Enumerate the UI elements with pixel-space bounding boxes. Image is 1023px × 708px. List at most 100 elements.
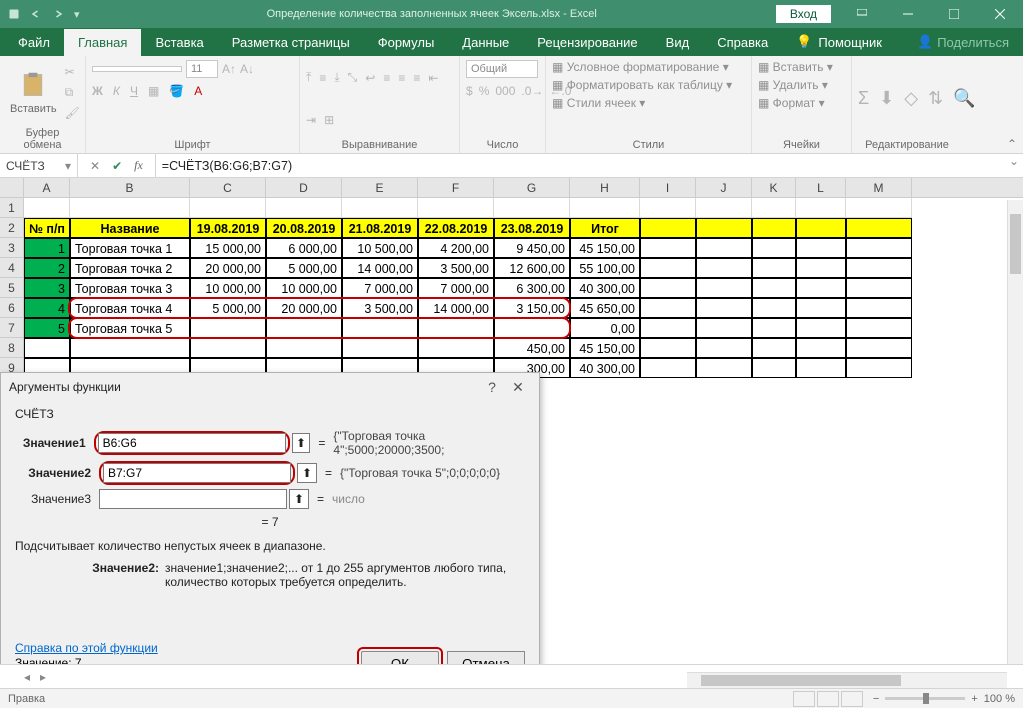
cell[interactable] [696,358,752,378]
col-header[interactable]: G [494,178,570,197]
cell[interactable] [846,338,912,358]
cell[interactable]: 1 [24,238,70,258]
vertical-scrollbar[interactable] [1007,200,1023,664]
cell[interactable] [752,258,796,278]
cell[interactable] [696,218,752,238]
underline-button[interactable]: Ч [130,84,138,98]
comma-icon[interactable]: 000 [495,84,515,98]
cell[interactable]: 9 450,00 [494,238,570,258]
cell[interactable] [796,338,846,358]
cell[interactable]: 0,00 [570,318,640,338]
cell[interactable]: 21.08.2019 [342,218,418,238]
col-header[interactable]: J [696,178,752,197]
find-icon[interactable]: 🔍 [953,88,975,109]
row-header[interactable]: 2 [0,218,24,238]
sheet-nav-prev-icon[interactable]: ◂ [24,670,30,684]
col-header[interactable]: M [846,178,912,197]
delete-cells-button[interactable]: ▦ Удалить ▾ [758,78,828,92]
bold-button[interactable]: Ж [92,84,103,98]
cell[interactable] [752,298,796,318]
cell[interactable] [70,198,190,218]
tab-insert[interactable]: Вставка [141,29,217,56]
tab-help[interactable]: Справка [703,29,782,56]
chevron-down-icon[interactable]: ▾ [65,159,71,173]
cell[interactable] [640,258,696,278]
cell[interactable]: 15 000,00 [190,238,266,258]
zoom-level[interactable]: 100 % [984,693,1015,705]
cell[interactable]: 3 500,00 [342,298,418,318]
border-icon[interactable]: ▦ [148,84,159,98]
wrap-text-icon[interactable]: ↩ [365,71,375,85]
cell[interactable] [696,298,752,318]
sort-filter-icon[interactable]: ⇅ [928,88,943,109]
cell[interactable]: Торговая точка 1 [70,238,190,258]
cell[interactable] [418,338,494,358]
name-box[interactable]: СЧЁТЗ▾ [0,154,78,177]
percent-icon[interactable]: % [479,84,490,98]
cell[interactable] [266,198,342,218]
indent-inc-icon[interactable]: ⇥ [306,113,316,127]
cell[interactable] [846,218,912,238]
col-header[interactable]: D [266,178,342,197]
cell[interactable] [342,338,418,358]
col-header[interactable]: F [418,178,494,197]
cell[interactable] [752,338,796,358]
cell[interactable] [696,338,752,358]
align-left-icon[interactable]: ≡ [383,71,390,85]
share-button[interactable]: 👤Поделиться [903,28,1023,56]
zoom-slider[interactable]: − + 100 % [873,693,1015,705]
insert-cells-button[interactable]: ▦ Вставить ▾ [758,60,833,74]
cell[interactable]: 450,00 [494,338,570,358]
cell[interactable] [796,278,846,298]
cell[interactable]: 22.08.2019 [418,218,494,238]
align-top-icon[interactable]: ⤒ [306,70,311,85]
cell[interactable]: 40 300,00 [570,278,640,298]
zoom-in-icon[interactable]: + [971,693,977,705]
cell[interactable]: 3 500,00 [418,258,494,278]
cell[interactable]: Итог [570,218,640,238]
paste-button[interactable]: Вставить [6,69,61,117]
cell[interactable]: 10 000,00 [266,278,342,298]
col-header[interactable]: I [640,178,696,197]
cell[interactable]: Торговая точка 4 [70,298,190,318]
align-center-icon[interactable]: ≡ [398,71,405,85]
zoom-out-icon[interactable]: − [873,693,879,705]
select-all-corner[interactable] [0,178,24,197]
horizontal-scrollbar[interactable] [687,672,1007,688]
fx-icon[interactable]: fx [134,158,143,173]
collapse-ribbon-icon[interactable]: ⌃ [1007,137,1017,151]
cell[interactable]: 20 000,00 [266,298,342,318]
cell[interactable]: Название [70,218,190,238]
redo-icon[interactable] [52,8,64,20]
col-header[interactable]: B [70,178,190,197]
decrease-font-icon[interactable]: A↓ [240,62,254,76]
cell[interactable] [418,198,494,218]
cell[interactable]: 7 000,00 [418,278,494,298]
arg2-input[interactable] [103,463,291,483]
cell[interactable] [846,198,912,218]
cell[interactable] [846,298,912,318]
cell[interactable] [796,238,846,258]
tab-file[interactable]: Файл [4,29,64,56]
row-header[interactable]: 5 [0,278,24,298]
row-header[interactable]: 7 [0,318,24,338]
cell[interactable] [752,358,796,378]
col-header[interactable]: A [24,178,70,197]
cell[interactable]: 45 150,00 [570,238,640,258]
cell[interactable] [752,318,796,338]
cell[interactable]: 14 000,00 [342,258,418,278]
cell[interactable] [696,278,752,298]
row-header[interactable]: 8 [0,338,24,358]
cell[interactable]: № п/п [24,218,70,238]
enter-formula-icon[interactable]: ✔ [112,159,122,173]
cancel-formula-icon[interactable]: ✕ [90,159,100,173]
inc-decimal-icon[interactable]: .0→ [521,84,543,98]
align-bottom-icon[interactable]: ⤓ [334,70,339,85]
cell[interactable] [796,258,846,278]
cell[interactable] [846,238,912,258]
cell[interactable] [640,238,696,258]
cell[interactable] [190,318,266,338]
cell[interactable] [752,278,796,298]
cell[interactable]: 5 000,00 [266,258,342,278]
cell[interactable] [494,318,570,338]
